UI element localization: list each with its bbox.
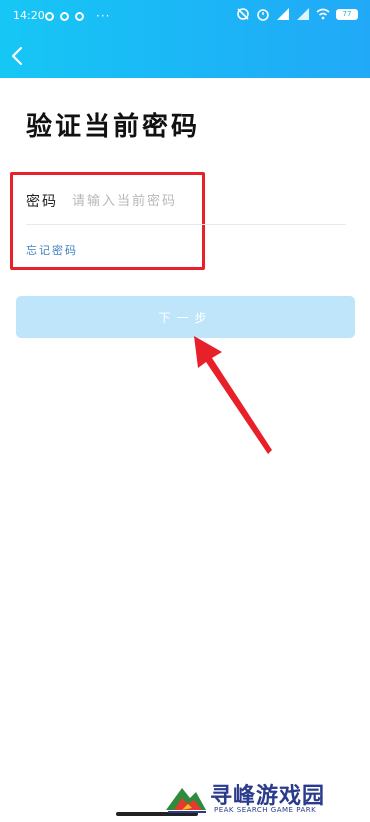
header-bar: 14:20 ··· 77: [0, 0, 370, 78]
chevron-left-icon[interactable]: [8, 44, 26, 68]
divider: [26, 224, 346, 225]
status-left-icons: ···: [45, 9, 110, 23]
more-notifications-icon: ···: [96, 9, 111, 23]
watermark-subtitle: PEAK SEARCH GAME PARK: [214, 806, 317, 814]
password-label: 密码: [26, 194, 58, 210]
page-root: 14:20 ··· 77 验证当前密码 密码 忘记密码 下一步 寻峰游戏园 PE…: [0, 0, 370, 822]
settings-notification-icon: [45, 11, 54, 21]
signal-hd-icon: [277, 8, 289, 20]
mountain-logo-icon: [166, 788, 206, 813]
watermark: 寻峰游戏园 PEAK SEARCH GAME PARK: [164, 778, 364, 818]
status-bar: 14:20 ··· 77: [0, 0, 370, 30]
status-right-icons: 77: [236, 7, 358, 21]
forgot-password-link[interactable]: 忘记密码: [26, 242, 78, 258]
app-notification-icon: [60, 11, 69, 21]
alarm-icon: [257, 9, 269, 21]
battery-icon: 77: [336, 8, 358, 20]
vibrate-icon: [237, 8, 249, 20]
password-row: 密码: [26, 186, 346, 224]
wifi-icon: [316, 8, 330, 20]
annotation-arrow-icon: [194, 336, 272, 454]
signal-hd-2-icon: [297, 8, 309, 20]
status-time: 14:20: [13, 9, 45, 22]
gear-notification-icon: [75, 11, 84, 21]
page-title: 验证当前密码: [26, 112, 201, 142]
password-field[interactable]: [72, 187, 322, 215]
